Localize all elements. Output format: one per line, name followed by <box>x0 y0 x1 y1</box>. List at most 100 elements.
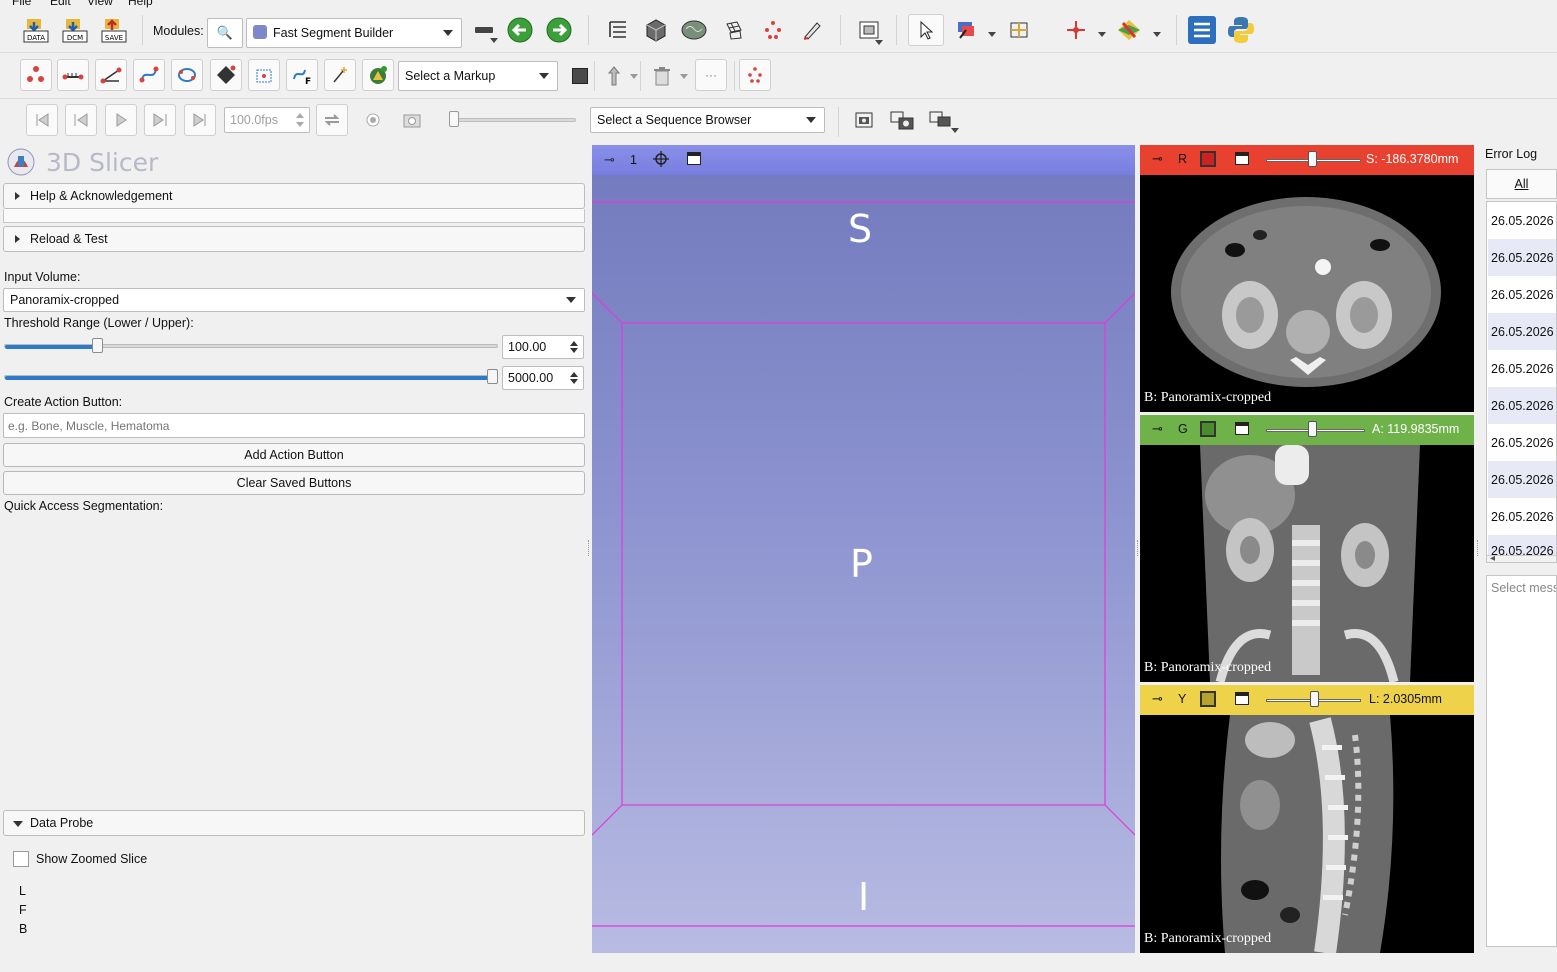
lower-threshold-spinbox[interactable]: 100.00 <box>502 335 584 359</box>
transforms-module-button[interactable] <box>718 14 750 46</box>
module-history-button[interactable] <box>468 14 500 46</box>
add-curve-f-button[interactable]: F <box>286 59 318 91</box>
action-name-input[interactable] <box>3 413 585 438</box>
markups-module-button[interactable] <box>757 14 789 46</box>
link-icon[interactable] <box>1200 691 1216 707</box>
pin-icon[interactable]: ⊸ <box>1152 691 1163 707</box>
center-splitter-handle[interactable] <box>1137 540 1139 556</box>
back-button[interactable] <box>504 14 536 46</box>
markup-points-toggle[interactable] <box>739 59 771 91</box>
reload-test-section[interactable]: Reload & Test <box>3 226 585 252</box>
save-button[interactable]: SAVE <box>98 14 130 46</box>
menu-view[interactable]: View <box>87 0 113 8</box>
place-mode-button[interactable] <box>324 59 356 91</box>
menu-help[interactable]: Help <box>128 0 153 8</box>
lower-threshold-handle[interactable] <box>92 338 103 353</box>
yellow-offset-slider-handle[interactable] <box>1310 691 1319 707</box>
snapshot-button[interactable] <box>396 104 428 136</box>
add-fiducial-button[interactable] <box>20 59 52 91</box>
module-search-button[interactable]: 🔍 <box>207 18 243 48</box>
log-entry[interactable]: 26.05.2026 <box>1488 276 1556 313</box>
add-segment-button[interactable] <box>362 59 394 91</box>
data-module-button[interactable] <box>602 14 634 46</box>
link-icon[interactable] <box>1200 421 1216 437</box>
green-slice-image[interactable]: B: Panoramix-cropped <box>1140 445 1474 682</box>
add-angle-button[interactable] <box>95 59 127 91</box>
pin-icon[interactable]: ⊸ <box>1152 151 1163 167</box>
previous-frame-button[interactable] <box>65 104 97 136</box>
upper-threshold-spinbox[interactable]: 5000.00 <box>502 366 584 390</box>
menu-file[interactable]: File <box>12 0 31 8</box>
help-acknowledgement-section[interactable]: Help & Acknowledgement <box>3 183 585 209</box>
red-offset-slider-handle[interactable] <box>1308 151 1317 167</box>
last-frame-button[interactable] <box>184 104 216 136</box>
markup-move-button[interactable] <box>598 60 638 92</box>
segment-editor-button[interactable] <box>796 14 828 46</box>
clear-saved-buttons[interactable]: Clear Saved Buttons <box>3 471 585 495</box>
log-entry[interactable]: 26.05.2026 <box>1488 239 1556 276</box>
sequence-slider[interactable] <box>452 118 576 122</box>
layout-button[interactable] <box>853 14 885 46</box>
markup-more-button[interactable]: ··· <box>695 59 727 91</box>
add-curve-button[interactable] <box>133 59 165 91</box>
markup-selector[interactable]: Select a Markup <box>398 61 558 91</box>
load-data-button[interactable]: DATA <box>20 14 52 46</box>
log-entry[interactable]: 26.05.2026 <box>1488 535 1556 558</box>
add-closed-curve-button[interactable] <box>171 59 203 91</box>
mouse-mode-view-transform-button[interactable] <box>908 14 944 46</box>
maximize-view-icon[interactable] <box>1235 152 1249 165</box>
filter-all-tab[interactable]: All <box>1486 169 1557 199</box>
add-ruler-button[interactable] <box>57 59 89 91</box>
add-plane-button[interactable] <box>210 59 242 91</box>
maximize-view-icon[interactable] <box>1235 692 1249 705</box>
log-entry[interactable]: 26.05.2026 <box>1488 424 1556 461</box>
green-offset-slider-handle[interactable] <box>1308 421 1317 437</box>
show-zoomed-slice-checkbox[interactable] <box>13 851 29 867</box>
yellow-slice-image[interactable]: B: Panoramix-cropped <box>1140 715 1474 953</box>
menu-edit[interactable]: Edit <box>50 0 71 8</box>
sequence-browser-selector[interactable]: Select a Sequence Browser <box>590 107 825 133</box>
scroll-left-icon[interactable]: ◂ <box>1490 553 1495 562</box>
crosshair-button[interactable] <box>1060 14 1106 46</box>
loop-button[interactable] <box>316 104 348 136</box>
screen-capture-button[interactable] <box>848 104 880 136</box>
data-probe-section[interactable]: Data Probe <box>3 810 585 836</box>
volumes-module-button[interactable] <box>640 14 672 46</box>
play-button[interactable] <box>105 104 137 136</box>
delete-markup-button[interactable] <box>646 60 688 92</box>
extension-manager-button[interactable] <box>1186 14 1218 46</box>
upper-threshold-handle[interactable] <box>487 369 498 384</box>
sequence-slider-handle[interactable] <box>449 111 459 127</box>
log-entry[interactable]: 26.05.2026 <box>1488 350 1556 387</box>
annotation-button[interactable] <box>886 104 918 136</box>
fps-spinbox[interactable]: 100.0fps <box>224 107 310 133</box>
module-selector[interactable]: Fast Segment Builder <box>246 18 462 48</box>
slice-view-yellow[interactable]: ⊸ Y L: 2.0305mm B: Panoramix-cropped <box>1140 685 1474 953</box>
add-action-button[interactable]: Add Action Button <box>3 443 585 467</box>
horizontal-scrollbar[interactable]: ◂ <box>1487 553 1556 562</box>
input-volume-selector[interactable]: Panoramix-cropped <box>3 288 585 312</box>
log-entry[interactable]: 26.05.2026 <box>1488 313 1556 350</box>
record-button[interactable] <box>357 104 389 136</box>
python-console-button[interactable] <box>1225 14 1257 46</box>
slice-intersections-button[interactable] <box>1113 14 1161 46</box>
link-icon[interactable] <box>1200 151 1216 167</box>
red-slice-image[interactable]: B: Panoramix-cropped <box>1140 175 1474 412</box>
slice-view-red[interactable]: ⊸ R S: -186.3780mm B: Panoramix-cropped <box>1140 145 1474 412</box>
slice-view-green[interactable]: ⊸ G A: 119.9835mm B: Panoramix-cropped <box>1140 415 1474 682</box>
error-log-list[interactable]: 26.05.2026 26.05.2026 26.05.2026 26.05.2… <box>1486 201 1557 563</box>
right-splitter-handle[interactable] <box>1477 540 1479 556</box>
view-3d[interactable]: ⊸ 1 S P I <box>592 145 1135 953</box>
log-entry[interactable]: 26.05.2026 <box>1488 498 1556 535</box>
pin-icon[interactable]: ⊸ <box>1152 421 1163 437</box>
load-dicom-button[interactable]: DCM <box>59 14 91 46</box>
log-entry[interactable]: 26.05.2026 <box>1488 202 1556 239</box>
log-entry[interactable]: 26.05.2026 <box>1488 387 1556 424</box>
log-entry[interactable]: 26.05.2026 <box>1488 461 1556 498</box>
markup-color-button[interactable] <box>564 60 596 92</box>
first-frame-button[interactable] <box>26 104 58 136</box>
models-module-button[interactable] <box>678 14 710 46</box>
window-level-button[interactable] <box>950 14 996 46</box>
add-roi-button[interactable] <box>248 59 280 91</box>
forward-button[interactable] <box>543 14 575 46</box>
